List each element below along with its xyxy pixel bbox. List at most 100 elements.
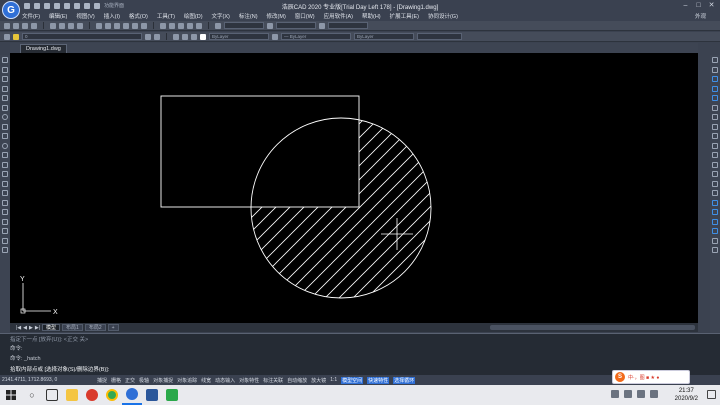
notification-center-icon[interactable] xyxy=(707,390,716,399)
construction-line-icon[interactable] xyxy=(2,66,8,73)
layer-previous-icon[interactable] xyxy=(154,33,160,40)
lineweight-combo[interactable]: ByLayer xyxy=(354,33,414,40)
open-icon[interactable] xyxy=(13,22,19,29)
file-explorer-icon[interactable] xyxy=(62,385,82,405)
redo-icon[interactable] xyxy=(105,22,111,29)
line-icon[interactable] xyxy=(2,57,8,63)
menu-text[interactable]: 文字(X) xyxy=(212,12,230,20)
system-clock[interactable]: 21:37 2020/9/2 xyxy=(675,387,698,403)
gradient-icon[interactable] xyxy=(2,199,8,206)
layer-combo[interactable]: 0 xyxy=(22,33,142,40)
table-style-icon[interactable] xyxy=(319,22,325,29)
revcloud-icon[interactable] xyxy=(2,123,8,130)
undo-icon[interactable] xyxy=(96,22,102,29)
snap-toggle[interactable]: 捕捉 xyxy=(97,377,107,384)
cut-icon[interactable] xyxy=(50,22,56,29)
layer-state-icon[interactable] xyxy=(13,33,19,40)
ellipse-icon[interactable] xyxy=(2,142,8,149)
drawing-canvas[interactable]: Y X xyxy=(10,53,698,323)
rectangle-icon[interactable] xyxy=(2,95,8,101)
zoom-window-icon[interactable] xyxy=(132,22,138,29)
grid-toggle[interactable]: 栅格 xyxy=(111,377,121,384)
osnap-toggle[interactable]: 对象捕捉 xyxy=(153,377,173,384)
chrome-icon[interactable] xyxy=(102,385,122,405)
coordinate-readout[interactable]: 2141.4711, 1712.8693, 0 xyxy=(2,377,97,383)
polygon-icon[interactable] xyxy=(2,85,8,92)
polar-toggle[interactable]: 极轴 xyxy=(139,377,149,384)
mirror-icon[interactable] xyxy=(712,76,718,82)
menu-edit[interactable]: 编辑(E) xyxy=(49,12,67,20)
volume-icon[interactable] xyxy=(637,390,645,398)
menu-draw[interactable]: 绘图(D) xyxy=(184,12,203,20)
spline-icon[interactable] xyxy=(2,133,8,139)
edit-polyline-icon[interactable] xyxy=(712,247,718,253)
multiline-icon[interactable] xyxy=(173,33,179,40)
auto-zoom-toggle[interactable]: 自动缩放 xyxy=(287,377,307,384)
browser-icon[interactable] xyxy=(82,385,102,405)
tab-layout1[interactable]: 布局1 xyxy=(62,324,83,331)
plot-style-combo[interactable] xyxy=(417,33,462,40)
table-style-combo[interactable] xyxy=(328,22,368,29)
match-properties-icon[interactable] xyxy=(77,22,83,29)
offset-icon[interactable] xyxy=(712,85,718,92)
arc-icon[interactable] xyxy=(2,104,8,111)
erase-icon[interactable] xyxy=(712,57,718,63)
command-prompt[interactable]: 拾取内部点或 [选择对象(S)/删除边界(B)]: xyxy=(10,365,109,373)
menu-format[interactable]: 格式(O) xyxy=(129,12,148,20)
stretch-icon[interactable] xyxy=(712,133,718,139)
block-icon[interactable] xyxy=(182,33,188,40)
menu-window[interactable]: 窗口(W) xyxy=(295,12,315,20)
ortho-toggle[interactable]: 正交 xyxy=(125,377,135,384)
menu-collab[interactable]: 协同设计(G) xyxy=(428,12,458,20)
extend-icon[interactable] xyxy=(712,152,718,158)
print-icon[interactable] xyxy=(31,22,37,29)
input-method-icon[interactable] xyxy=(650,390,658,398)
zoom-realtime-icon[interactable] xyxy=(123,22,129,29)
polyline-icon[interactable] xyxy=(2,76,8,82)
dim-style-icon[interactable] xyxy=(267,22,273,29)
dynamic-input-toggle[interactable]: 动态输入 xyxy=(215,377,235,384)
hatch-fill[interactable] xyxy=(10,53,698,323)
tray-arrow-icon[interactable] xyxy=(611,390,619,398)
properties-icon[interactable] xyxy=(160,22,166,29)
ime-toolbar[interactable]: S 中·，图 ■ ★ ● xyxy=(612,370,690,384)
scale-icon[interactable] xyxy=(712,123,718,130)
tab-model[interactable]: 模型 xyxy=(42,324,61,331)
next-tab-icon[interactable]: ▶ xyxy=(29,325,33,331)
menu-dimension[interactable]: 标注(N) xyxy=(239,12,258,20)
paste-icon[interactable] xyxy=(68,22,74,29)
tab-add[interactable]: + xyxy=(107,324,119,331)
text-style-combo[interactable] xyxy=(224,22,264,29)
appearance-menu[interactable]: 外观 xyxy=(695,12,706,20)
make-block-icon[interactable] xyxy=(2,171,8,177)
zoom-previous-icon[interactable] xyxy=(141,22,147,29)
save-icon[interactable] xyxy=(22,22,28,29)
menu-extend-tools[interactable]: 扩展工具(E) xyxy=(390,12,419,20)
menu-modify[interactable]: 修改(M) xyxy=(267,12,286,20)
wipeout-icon[interactable] xyxy=(2,237,8,244)
array-icon[interactable] xyxy=(712,95,718,101)
command-window[interactable]: 指定下一点 [放弃(U)]: <正交 关> 命令: 命令: _hatch 拾取内… xyxy=(0,333,720,375)
insert-block-icon[interactable] xyxy=(2,161,8,168)
fillet-icon[interactable] xyxy=(712,190,718,196)
color-combo[interactable]: ByLayer xyxy=(209,33,269,40)
app-icon[interactable] xyxy=(162,385,182,405)
circle-icon[interactable] xyxy=(2,114,8,120)
chamfer-icon[interactable] xyxy=(712,180,718,187)
copy-object-icon[interactable] xyxy=(712,66,718,73)
join-icon[interactable] xyxy=(712,171,718,177)
tool-palettes-icon[interactable] xyxy=(178,22,184,29)
dim-associative-toggle[interactable]: 标注关联 xyxy=(263,377,283,384)
object-properties-toggle[interactable]: 对象特性 xyxy=(239,377,259,384)
first-tab-icon[interactable]: |◀ xyxy=(16,325,21,331)
tab-layout2[interactable]: 布局2 xyxy=(84,324,106,331)
selection-cycling-toggle[interactable]: 选择循环 xyxy=(393,376,416,384)
word-icon[interactable] xyxy=(142,385,162,405)
model-space-toggle[interactable]: 模型空间 xyxy=(341,376,364,384)
ime-status[interactable]: 中·，图 ■ ★ ● xyxy=(628,374,659,381)
menu-tools[interactable]: 工具(T) xyxy=(157,12,175,20)
lengthen-icon[interactable] xyxy=(712,218,718,225)
explode-icon[interactable] xyxy=(712,199,718,206)
lineweight-toggle[interactable]: 线宽 xyxy=(201,377,211,384)
search-icon[interactable]: ○ xyxy=(22,385,42,405)
